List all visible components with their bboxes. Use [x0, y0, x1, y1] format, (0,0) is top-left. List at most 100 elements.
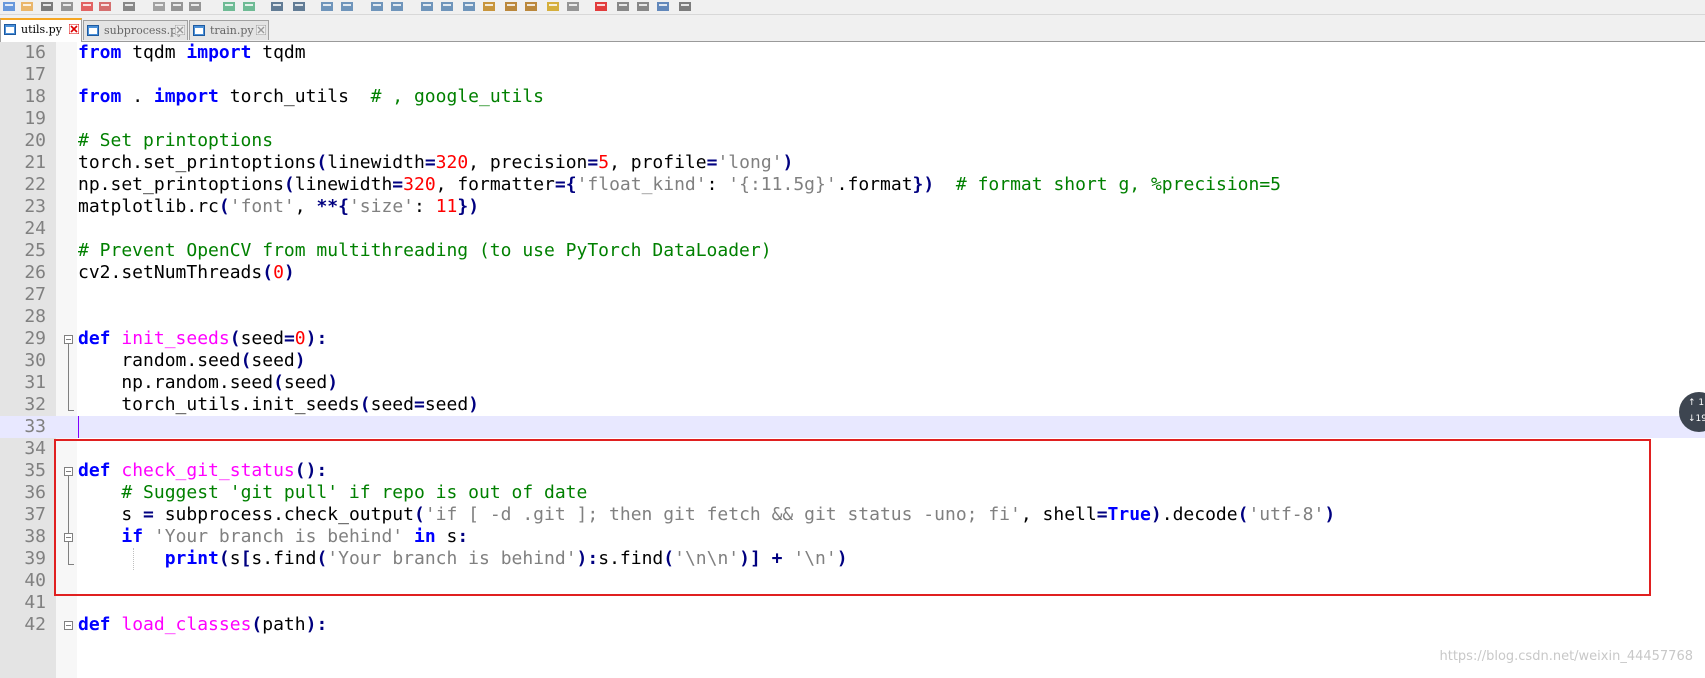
lang-icon[interactable]	[482, 1, 496, 12]
cut-icon[interactable]	[152, 1, 166, 12]
replace-icon[interactable]	[292, 1, 306, 12]
redo-icon[interactable]	[242, 1, 256, 12]
close-icon[interactable]	[175, 25, 185, 35]
code-line[interactable]: 19	[0, 108, 1705, 130]
code-line[interactable]: 18 from . import torch_utils # , google_u…	[0, 86, 1705, 108]
show-all-chars-icon[interactable]	[440, 1, 454, 12]
code-token: (	[240, 350, 252, 371]
code-token: 11	[435, 196, 458, 217]
code-token: import	[186, 42, 252, 63]
close-all-icon[interactable]	[98, 1, 112, 12]
code-line[interactable]: 35 def check_git_status():	[0, 460, 1705, 482]
stop-macro-icon[interactable]	[616, 1, 630, 12]
code-token: from	[78, 42, 122, 63]
code-token: )	[327, 372, 339, 393]
tab-label: subprocess.py	[104, 24, 184, 37]
doc-map-icon[interactable]	[504, 1, 518, 12]
code-token: (	[218, 548, 230, 569]
code-line[interactable]: 39 print(s[s.find('Your branch is behind…	[0, 548, 1705, 570]
save-macro-icon[interactable]	[678, 1, 692, 12]
folder-workspace-icon[interactable]	[546, 1, 560, 12]
code-line[interactable]: 20 # Set printoptions	[0, 130, 1705, 152]
code-line[interactable]: 21 torch.set_printoptions(linewidth=320, …	[0, 152, 1705, 174]
record-macro-icon[interactable]	[594, 1, 608, 12]
code-token: s	[435, 526, 458, 547]
code-line[interactable]: 34	[0, 438, 1705, 460]
code-token: seed	[240, 328, 284, 349]
tab-bar: utils.py subprocess.py train.py	[0, 15, 1705, 42]
undo-icon[interactable]	[222, 1, 236, 12]
code-token: matplotlib.rc	[78, 196, 219, 217]
run-macro-multiple-icon[interactable]	[656, 1, 670, 12]
new-file-icon[interactable]	[2, 1, 16, 12]
line-number: 33	[24, 416, 46, 437]
function-list-icon[interactable]	[524, 1, 538, 12]
code-line[interactable]: 25 # Prevent OpenCV from multithreading (…	[0, 240, 1705, 262]
open-file-icon[interactable]	[20, 1, 34, 12]
monitor-icon[interactable]	[566, 1, 580, 12]
code-token: .	[121, 86, 154, 107]
copy-icon[interactable]	[170, 1, 184, 12]
line-number: 27	[24, 284, 46, 305]
line-number: 30	[24, 350, 46, 371]
zoom-in-icon[interactable]	[320, 1, 334, 12]
tab-train-py[interactable]: train.py	[189, 20, 269, 40]
code-token: **{	[316, 196, 349, 217]
fold-line	[68, 344, 69, 410]
indent-guide-icon[interactable]	[462, 1, 476, 12]
save-icon[interactable]	[40, 1, 54, 12]
code-line[interactable]: 17	[0, 64, 1705, 86]
word-wrap-icon[interactable]	[420, 1, 434, 12]
code-line[interactable]: 42 def load_classes(path):	[0, 614, 1705, 636]
watermark: https://blog.csdn.net/weixin_44457768	[1439, 649, 1693, 664]
code-editor[interactable]: 16 from tqdm import tqdm 17 18 from . import…	[0, 42, 1705, 678]
code-line[interactable]: 40	[0, 570, 1705, 592]
code-line[interactable]: 30 random.seed(seed)	[0, 350, 1705, 372]
code-line[interactable]: 26 cv2.setNumThreads(0)	[0, 262, 1705, 284]
fold-toggle-icon[interactable]	[64, 467, 73, 476]
line-number: 17	[24, 64, 46, 85]
code-text: matplotlib.rc('font', **{'size': 11})	[78, 196, 479, 218]
tab-utils-py[interactable]: utils.py	[0, 18, 82, 42]
code-line[interactable]: 29 def init_seeds(seed=0):	[0, 328, 1705, 350]
code-token: 320	[435, 152, 469, 173]
code-token: # Prevent OpenCV from multithreading (to…	[78, 240, 772, 261]
code-token: ):	[305, 328, 328, 349]
play-macro-icon[interactable]	[636, 1, 650, 12]
save-all-icon[interactable]	[60, 1, 74, 12]
code-line[interactable]: 24	[0, 218, 1705, 240]
fold-end	[68, 564, 74, 565]
code-token: 'utf-8'	[1248, 504, 1325, 525]
close-icon[interactable]	[69, 24, 79, 34]
fold-toggle-icon[interactable]	[64, 335, 73, 344]
code-token: })	[457, 196, 480, 217]
code-line[interactable]: 23 matplotlib.rc('font', **{'size': 11})	[0, 196, 1705, 218]
code-token: 0	[294, 328, 306, 349]
fold-toggle-icon[interactable]	[64, 621, 73, 630]
close-icon[interactable]	[80, 1, 94, 12]
find-icon[interactable]	[270, 1, 284, 12]
fold-toggle-icon[interactable]	[64, 533, 73, 542]
sync-horizontal-icon[interactable]	[390, 1, 404, 12]
code-token: =	[706, 152, 718, 173]
code-line[interactable]: 16 from tqdm import tqdm	[0, 42, 1705, 64]
code-line[interactable]: 27	[0, 284, 1705, 306]
tab-subprocess-py[interactable]: subprocess.py	[83, 20, 188, 40]
code-line[interactable]: 38 if 'Your branch is behind' in s:	[0, 526, 1705, 548]
file-icon	[87, 25, 99, 36]
code-text: def load_classes(path):	[78, 614, 327, 636]
close-icon[interactable]	[256, 25, 266, 35]
code-line[interactable]: 32 torch_utils.init_seeds(seed=seed)	[0, 394, 1705, 416]
paste-icon[interactable]	[188, 1, 202, 12]
code-line[interactable]: 41	[0, 592, 1705, 614]
current-line[interactable]: 33	[0, 416, 1705, 438]
print-icon[interactable]	[122, 1, 136, 12]
sync-vertical-icon[interactable]	[370, 1, 384, 12]
code-line[interactable]: 31 np.random.seed(seed)	[0, 372, 1705, 394]
code-line[interactable]: 28	[0, 306, 1705, 328]
line-number: 22	[24, 174, 46, 195]
zoom-out-icon[interactable]	[340, 1, 354, 12]
code-line[interactable]: 36 # Suggest 'git pull' if repo is out o…	[0, 482, 1705, 504]
code-line[interactable]: 37 s = subprocess.check_output('if [ -d …	[0, 504, 1705, 526]
code-line[interactable]: 22 np.set_printoptions(linewidth=320, for…	[0, 174, 1705, 196]
